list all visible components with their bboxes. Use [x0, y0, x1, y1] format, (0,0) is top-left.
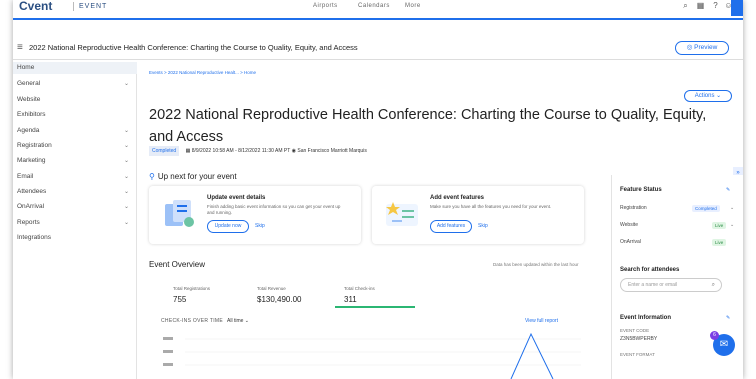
card-description: Finish adding basic event information so… — [207, 204, 341, 215]
chart-title: CHECK-INS OVER TIME — [161, 318, 224, 324]
breadcrumb[interactable]: Events > 2022 National Reproductive Heal… — [149, 70, 256, 75]
overview-update-note: Data has been updated within the last ho… — [493, 262, 579, 267]
event-title-bar-text: 2022 National Reproductive Health Confer… — [29, 43, 358, 52]
top-navigation: Cvent EVENT Airports Calendars More ⌕ ▦ … — [13, 0, 743, 20]
attendee-search-input[interactable]: Enter a name or email ⌕ — [620, 278, 722, 292]
chevron-down-icon: ⌄ — [123, 143, 129, 149]
feature-status-heading: Feature Status — [620, 187, 662, 193]
preview-button[interactable]: ◎ Preview — [675, 41, 729, 55]
active-stat-indicator — [335, 306, 415, 308]
chevron-down-icon: ⌄ — [123, 81, 129, 87]
actions-button[interactable]: Actions ⌄ — [684, 90, 732, 102]
y-tick-label — [163, 363, 173, 366]
feature-label: Registration — [620, 205, 647, 211]
stat-value-revenue[interactable]: $130,490.00 — [257, 295, 302, 304]
sidebar-item-marketing[interactable]: Marketing ⌄ — [17, 155, 133, 167]
edit-icon[interactable]: ✎ — [726, 187, 730, 193]
sidebar-item-registration[interactable]: Registration ⌄ — [17, 140, 133, 152]
help-icon[interactable]: ? — [711, 1, 720, 10]
add-features-card: Add event features Make sure you have al… — [372, 186, 584, 244]
chart-filter-dropdown[interactable]: All time ⌄ — [227, 318, 249, 324]
update-details-card: Update event details Finish adding basic… — [149, 186, 361, 244]
info-label: EVENT FORMAT — [620, 352, 655, 357]
logo-divider — [73, 2, 74, 11]
chevron-down-icon[interactable]: ⌄ — [730, 222, 734, 228]
card-description: Make sure you have all the features you … — [430, 204, 552, 209]
card-title: Add event features — [430, 195, 485, 201]
chart-plot — [163, 332, 581, 379]
sidebar-item-integrations[interactable]: Integrations — [17, 232, 133, 244]
view-full-report-link[interactable]: View full report — [525, 318, 558, 324]
y-tick-label — [163, 350, 173, 353]
features-illustration-icon — [386, 202, 418, 226]
search-heading: Search for attendees — [620, 267, 680, 273]
checkins-chart: CHECK-INS OVER TIME All time ⌄ View full… — [161, 316, 591, 379]
status-badge: Live — [712, 222, 727, 229]
brand-logo[interactable]: Cvent — [19, 0, 52, 12]
location-pin-icon: ⚲ — [149, 172, 155, 181]
topnav-item-airports[interactable]: Airports — [313, 3, 338, 9]
menu-icon[interactable]: ≡ — [17, 43, 23, 53]
sidebar-item-general[interactable]: General ⌄ — [17, 78, 133, 90]
event-code-value: Z3N5BWPERBY — [620, 336, 658, 342]
stat-value-checkins[interactable]: 311 — [344, 295, 357, 304]
chevron-down-icon: ⌄ — [123, 174, 129, 180]
status-badge: Completed — [692, 205, 720, 212]
event-venue[interactable]: San Francisco Marriott Marquis — [297, 148, 366, 154]
checkins-series-line — [510, 332, 554, 379]
megaphone-icon: ✉ — [719, 339, 729, 350]
overview-heading: Event Overview — [149, 260, 206, 269]
stat-label-registrations: Total Registrations — [173, 286, 211, 291]
up-next-heading: ⚲ Up next for your event — [149, 172, 237, 181]
documents-illustration-icon — [165, 200, 194, 227]
update-now-button[interactable]: Update now — [207, 220, 249, 233]
sidebar-item-exhibitors[interactable]: Exhibitors — [17, 109, 133, 121]
status-badge: Completed — [149, 146, 180, 156]
skip-link[interactable]: Skip — [478, 223, 488, 229]
sidebar-item-onarrival[interactable]: OnArrival ⌄ — [17, 201, 133, 213]
chevron-down-icon: ⌄ — [123, 204, 129, 210]
event-titlebar: ≡ 2022 National Reproductive Health Conf… — [13, 38, 743, 60]
skip-link[interactable]: Skip — [255, 223, 265, 229]
sidebar-item-reports[interactable]: Reports ⌄ — [17, 217, 133, 229]
sidebar-item-home[interactable]: Home — [13, 62, 137, 74]
sidebar-item-attendees[interactable]: Attendees ⌄ — [17, 186, 133, 198]
chevron-down-icon: ⌄ — [123, 220, 129, 226]
sidebar-item-email[interactable]: Email ⌄ — [17, 171, 133, 183]
search-icon[interactable]: ⌕ — [681, 1, 690, 10]
sidebar-item-website[interactable]: Website — [17, 94, 133, 106]
page-title: 2022 National Reproductive Health Confer… — [149, 107, 707, 145]
stat-value-registrations[interactable]: 755 — [173, 295, 186, 304]
account-tab[interactable] — [731, 0, 743, 16]
topnav-item-calendars[interactable]: Calendars — [358, 3, 390, 9]
sidebar-item-agenda[interactable]: Agenda ⌄ — [17, 125, 133, 137]
search-icon: ⌕ — [711, 282, 715, 288]
chevron-down-icon: ⌄ — [123, 158, 129, 164]
edit-icon[interactable]: ✎ — [726, 315, 730, 321]
app-window: Cvent EVENT Airports Calendars More ⌕ ▦ … — [13, 0, 743, 379]
chevron-down-icon: ⌄ — [123, 128, 129, 134]
y-tick-label — [163, 337, 173, 340]
feature-label: Website — [620, 222, 638, 228]
topnav-item-more[interactable]: More — [405, 3, 421, 9]
chevron-down-icon: ⌄ — [123, 189, 129, 195]
card-title: Update event details — [207, 195, 266, 201]
event-meta: Completed ▦ 8/9/2022 10:58 AM - 8/12/202… — [149, 146, 367, 156]
stat-label-revenue: Total Revenue — [257, 286, 286, 291]
sidebar: Home General ⌄ Website Exhibitors Agenda ⌄… — [13, 62, 137, 379]
chevron-down-icon[interactable]: ⌄ — [730, 205, 734, 211]
event-information-heading: Event Information — [620, 315, 672, 321]
stat-label-checkins: Total Check-ins — [344, 286, 375, 291]
event-dates: 8/9/2022 10:58 AM - 8/12/2022 11:30 AM P… — [191, 148, 291, 154]
notification-count-badge: 6 — [710, 331, 719, 340]
info-label: EVENT CODE — [620, 328, 650, 333]
apps-icon[interactable]: ▦ — [696, 1, 705, 10]
feature-label: OnArrival — [620, 239, 641, 245]
add-features-button[interactable]: Add features — [430, 220, 472, 233]
status-badge: Live — [712, 239, 727, 246]
product-name: EVENT — [79, 3, 108, 10]
